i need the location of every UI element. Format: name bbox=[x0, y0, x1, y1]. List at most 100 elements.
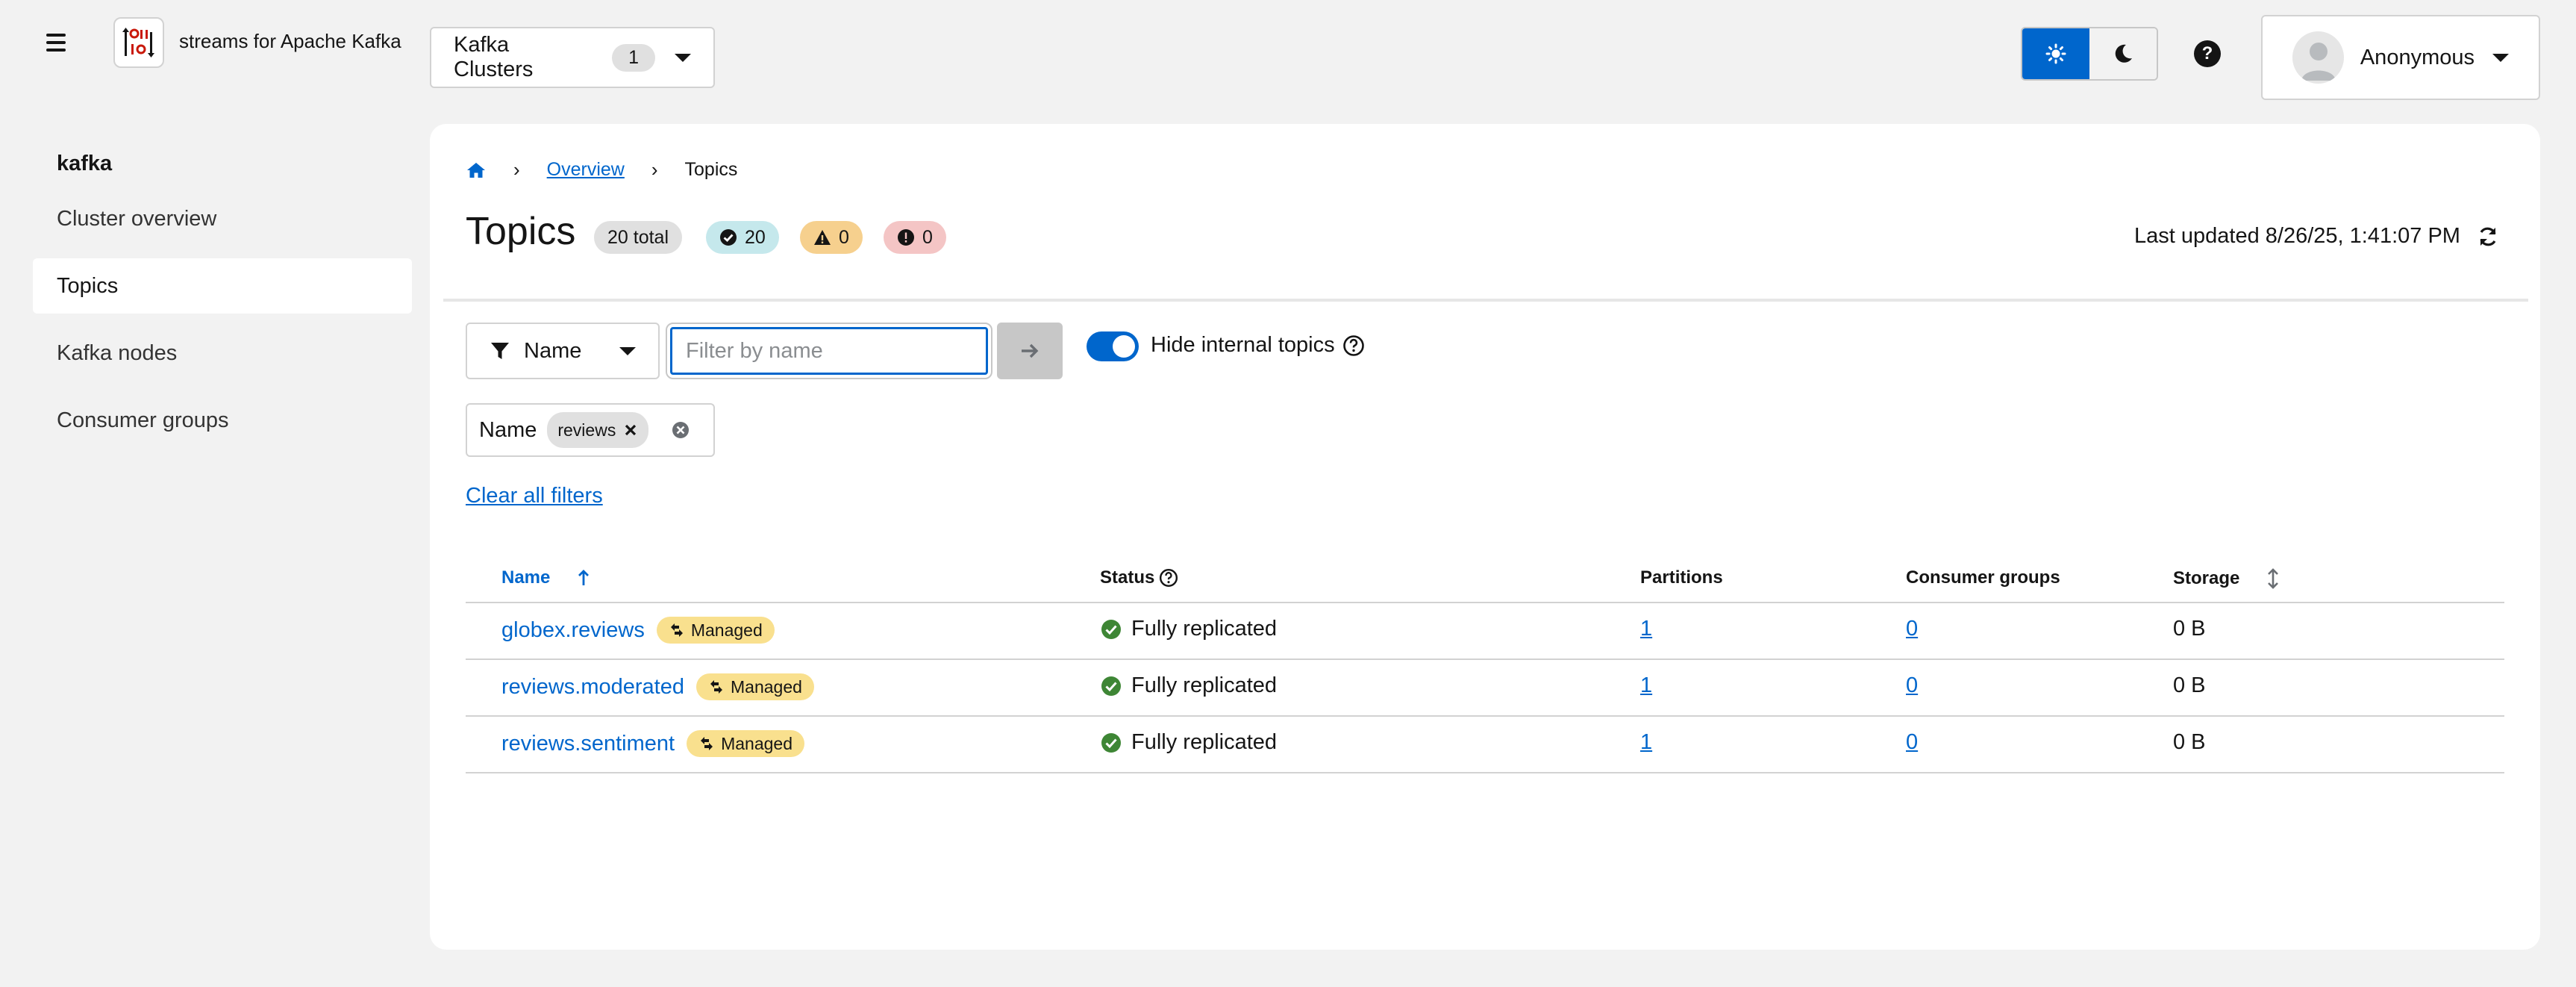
dark-theme-button[interactable] bbox=[2089, 28, 2157, 79]
partitions-link[interactable]: 1 bbox=[1640, 673, 1652, 698]
healthy-count: 20 bbox=[745, 226, 766, 248]
switch-knob bbox=[1113, 335, 1135, 358]
check-circle-icon bbox=[1101, 676, 1121, 696]
arrow-right-icon bbox=[1022, 343, 1039, 358]
hide-internal-topics-switch[interactable] bbox=[1087, 331, 1139, 361]
partitions-link[interactable]: 1 bbox=[1640, 730, 1652, 755]
hamburger-bar bbox=[46, 34, 66, 37]
filter-chip-label: reviews bbox=[557, 420, 616, 440]
chip-group-category: Name bbox=[479, 417, 537, 442]
cluster-count-badge: 1 bbox=[612, 43, 655, 72]
filter-icon bbox=[491, 343, 509, 359]
warning-count: 0 bbox=[839, 226, 849, 248]
column-header-storage[interactable]: Storage bbox=[2173, 567, 2281, 590]
kafka-logo-icon bbox=[122, 28, 154, 57]
storage-cell: 0 B bbox=[2173, 730, 2206, 754]
apply-filter-button[interactable] bbox=[997, 323, 1063, 379]
table-row: reviews.moderated Managed bbox=[501, 673, 814, 700]
topic-name-link[interactable]: reviews.moderated bbox=[501, 675, 684, 700]
column-header-name[interactable]: Name bbox=[501, 567, 593, 588]
consumer-groups-link[interactable]: 0 bbox=[1906, 617, 1918, 641]
hide-internal-topics-text: Hide internal topics bbox=[1151, 333, 1335, 357]
error-count: 0 bbox=[922, 226, 933, 248]
partitions-link[interactable]: 1 bbox=[1640, 617, 1652, 641]
kafka-clusters-dropdown[interactable]: Kafka Clusters 1 bbox=[430, 27, 715, 88]
row-divider bbox=[466, 772, 2504, 773]
close-icon bbox=[625, 424, 637, 436]
partitions-cell: 1 bbox=[1640, 730, 1652, 755]
status-text: Fully replicated bbox=[1131, 673, 1278, 697]
sidebar-item-consumer-groups[interactable]: Consumer groups bbox=[33, 393, 412, 448]
close-circle-icon bbox=[672, 422, 690, 438]
avatar bbox=[2292, 31, 2344, 84]
check-circle-icon bbox=[720, 229, 737, 246]
column-header-status-label: Status bbox=[1100, 567, 1155, 588]
help-icon[interactable]: ? bbox=[2194, 40, 2221, 67]
managed-icon bbox=[710, 680, 722, 694]
sidebar-item-cluster-overview[interactable]: Cluster overview bbox=[33, 191, 412, 246]
sidebar-item-topics[interactable]: Topics bbox=[33, 258, 412, 314]
managed-label: Managed bbox=[696, 673, 814, 700]
status-text: Fully replicated bbox=[1131, 730, 1278, 754]
healthy-count-badge[interactable]: 20 bbox=[706, 221, 779, 254]
breadcrumb: › Overview › Topics bbox=[466, 158, 737, 181]
storage-cell: 0 B bbox=[2173, 617, 2206, 641]
column-header-partitions: Partitions bbox=[1640, 567, 1723, 588]
brand-name: streams for Apache Kafka bbox=[179, 30, 401, 52]
warning-count-badge[interactable]: 0 bbox=[800, 221, 863, 254]
sidebar-cluster-title: kafka bbox=[57, 152, 113, 175]
cluster-dropdown-label: Kafka Clusters bbox=[454, 33, 534, 81]
last-updated: Last updated 8/26/25, 1:41:07 PM bbox=[2134, 224, 2499, 249]
filter-chip: reviews bbox=[547, 412, 649, 448]
clear-all-filters-link[interactable]: Clear all filters bbox=[466, 484, 603, 508]
filter-attribute-dropdown[interactable]: Name bbox=[466, 323, 660, 379]
error-circle-icon bbox=[898, 229, 914, 246]
user-silhouette-icon bbox=[2301, 43, 2336, 81]
hamburger-bar bbox=[46, 49, 66, 52]
managed-label-text: Managed bbox=[690, 620, 763, 640]
caret-down-icon bbox=[619, 346, 636, 355]
consumer-groups-link[interactable]: 0 bbox=[1906, 673, 1918, 698]
sidebar-item-kafka-nodes[interactable]: Kafka nodes bbox=[33, 326, 412, 381]
managed-label: Managed bbox=[687, 730, 805, 757]
column-header-consumer-groups: Consumer groups bbox=[1906, 567, 2060, 588]
app-logo[interactable] bbox=[113, 17, 164, 68]
header-divider bbox=[443, 299, 2528, 302]
help-circle-icon[interactable] bbox=[1159, 568, 1178, 588]
home-icon[interactable] bbox=[466, 161, 487, 179]
check-circle-icon bbox=[1101, 732, 1121, 753]
consumer-groups-link[interactable]: 0 bbox=[1906, 730, 1918, 755]
topic-name-link[interactable]: globex.reviews bbox=[501, 618, 645, 643]
table-header-divider bbox=[466, 602, 2504, 603]
sort-ascending-icon bbox=[578, 570, 590, 585]
breadcrumb-current: Topics bbox=[684, 159, 738, 180]
status-cell: Fully replicated bbox=[1100, 617, 1277, 641]
partitions-cell: 1 bbox=[1640, 617, 1652, 641]
sun-icon bbox=[2045, 43, 2066, 64]
managed-label-text: Managed bbox=[731, 676, 802, 697]
check-circle-icon bbox=[1101, 619, 1121, 639]
light-theme-button[interactable] bbox=[2022, 28, 2089, 79]
user-name: Anonymous bbox=[2360, 45, 2475, 69]
remove-chip-group-button[interactable] bbox=[671, 420, 690, 440]
user-menu-dropdown[interactable]: Anonymous bbox=[2261, 15, 2540, 100]
last-updated-text: Last updated 8/26/25, 1:41:07 PM bbox=[2134, 224, 2460, 248]
row-divider bbox=[466, 715, 2504, 717]
breadcrumb-overview-link[interactable]: Overview bbox=[547, 159, 625, 181]
warning-triangle-icon bbox=[814, 230, 831, 245]
consumer-groups-cell: 0 bbox=[1906, 617, 1918, 641]
filter-by-name-input[interactable] bbox=[666, 323, 992, 379]
hamburger-menu-button[interactable] bbox=[46, 28, 75, 57]
refresh-icon[interactable] bbox=[2477, 225, 2499, 248]
topic-name-link[interactable]: reviews.sentiment bbox=[501, 732, 675, 756]
column-header-storage-label: Storage bbox=[2173, 568, 2240, 588]
managed-label-text: Managed bbox=[721, 733, 793, 753]
status-cell: Fully replicated bbox=[1100, 730, 1277, 755]
total-count-label: 20 total bbox=[607, 226, 669, 248]
remove-chip-button[interactable] bbox=[623, 423, 638, 438]
managed-icon bbox=[670, 623, 683, 637]
help-circle-icon[interactable] bbox=[1342, 334, 1365, 357]
error-count-badge[interactable]: 0 bbox=[884, 221, 946, 254]
table-row: globex.reviews Managed bbox=[501, 617, 775, 644]
table-row: reviews.sentiment Managed bbox=[501, 730, 805, 757]
